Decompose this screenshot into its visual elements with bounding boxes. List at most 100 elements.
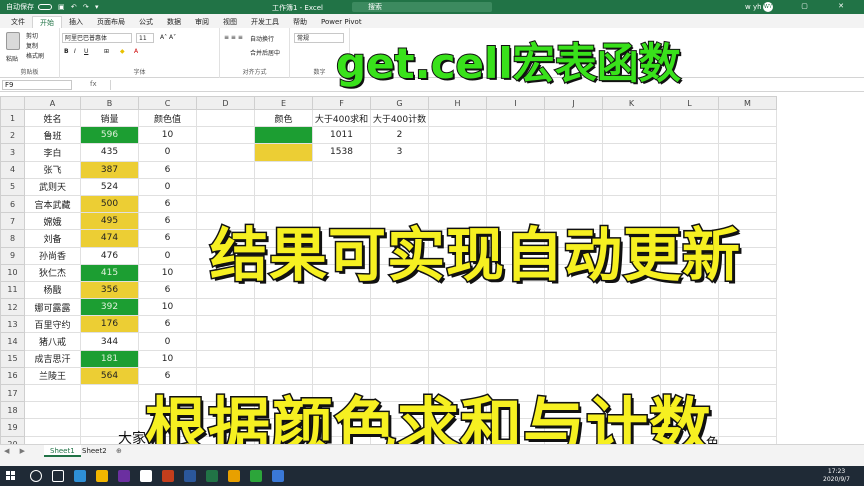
powerpoint-icon[interactable] [162, 470, 174, 482]
column-header[interactable]: J [544, 96, 603, 110]
copy-button[interactable]: 复制 [26, 41, 38, 50]
cell-j[interactable] [544, 349, 603, 368]
cell-d[interactable] [196, 126, 255, 145]
paste-icon[interactable] [6, 32, 20, 50]
cell-k[interactable] [602, 298, 661, 317]
cell-h[interactable] [428, 349, 487, 368]
cell-b[interactable]: 596 [80, 126, 139, 145]
cell-a[interactable]: 孙尚香 [24, 246, 81, 265]
ribbon-tab[interactable]: 页面布局 [90, 16, 132, 28]
cell-k[interactable] [602, 126, 661, 145]
cell-l[interactable] [660, 143, 719, 162]
cell-e[interactable] [254, 349, 313, 368]
row-header[interactable]: 4 [0, 160, 25, 179]
cell-b[interactable]: 500 [80, 194, 139, 214]
cell-e[interactable] [254, 143, 313, 162]
merge-center-button[interactable]: 合并后居中 [250, 48, 280, 57]
cell-d[interactable] [196, 298, 255, 317]
row-header[interactable]: 1 [0, 108, 25, 128]
cell-a[interactable]: 姓名 [24, 108, 81, 128]
cell-k[interactable] [602, 143, 661, 162]
column-header[interactable]: H [428, 96, 487, 110]
cell-l[interactable] [660, 298, 719, 317]
cell-e[interactable] [254, 160, 313, 179]
cell-b[interactable] [80, 401, 139, 420]
cell-a[interactable]: 娜可露露 [24, 298, 81, 317]
cell-f[interactable] [312, 332, 371, 351]
cell-j[interactable] [544, 298, 603, 317]
cell-l[interactable] [660, 349, 719, 368]
cell-a[interactable]: 李白 [24, 143, 81, 162]
cell-g[interactable] [370, 315, 429, 334]
cell-e[interactable]: 颜色 [254, 108, 313, 128]
sheet-nav-arrows[interactable]: ◀ ▶ [4, 447, 29, 455]
cell-f[interactable]: 大于400求和 [312, 108, 371, 128]
cell-e[interactable] [254, 177, 313, 196]
cell-a[interactable]: 杨戬 [24, 280, 81, 300]
cell-h[interactable] [428, 315, 487, 334]
column-header[interactable]: G [370, 96, 429, 110]
column-header[interactable]: M [718, 96, 777, 110]
cell-c[interactable]: 6 [138, 160, 197, 179]
cell-d[interactable] [196, 108, 255, 128]
ribbon-tab[interactable]: 审阅 [188, 16, 216, 28]
column-header[interactable]: F [312, 96, 371, 110]
folder-icon[interactable] [96, 470, 108, 482]
column-header[interactable]: K [602, 96, 661, 110]
column-header[interactable]: E [254, 96, 313, 110]
row-header[interactable]: 7 [0, 212, 25, 231]
cell-k[interactable] [602, 315, 661, 334]
cell-l[interactable] [660, 177, 719, 196]
cell-c[interactable]: 0 [138, 143, 197, 162]
cell-g[interactable]: 大于400计数 [370, 108, 429, 128]
cell-b[interactable]: 564 [80, 366, 139, 386]
cell-c[interactable]: 6 [138, 280, 197, 300]
row-header[interactable]: 8 [0, 229, 25, 248]
cell-i[interactable] [486, 126, 545, 145]
media-icon[interactable] [228, 470, 240, 482]
ribbon-tab[interactable]: 公式 [132, 16, 160, 28]
cell-g[interactable] [370, 349, 429, 368]
italic-button[interactable]: I [74, 48, 76, 55]
cell-j[interactable] [544, 143, 603, 162]
cell-f[interactable] [312, 315, 371, 334]
cell-f[interactable]: 1538 [312, 143, 371, 162]
cell-a[interactable]: 鲁班 [24, 126, 81, 145]
cell-a[interactable]: 宫本武藏 [24, 194, 81, 214]
row-header[interactable]: 14 [0, 332, 25, 351]
cell-m[interactable] [718, 315, 777, 334]
cut-button[interactable]: 剪切 [26, 31, 38, 40]
sheet-tab-2[interactable]: Sheet2 [76, 445, 113, 457]
cell-b[interactable]: 495 [80, 212, 139, 231]
font-size-select[interactable]: 11 [136, 33, 154, 43]
cell-m[interactable] [718, 177, 777, 196]
column-header[interactable]: L [660, 96, 719, 110]
add-sheet-icon[interactable]: ⊕ [110, 445, 128, 457]
fx-icon[interactable]: fx [90, 80, 97, 88]
cell-l[interactable] [660, 315, 719, 334]
ribbon-tab[interactable]: 视图 [216, 16, 244, 28]
cell-f[interactable] [312, 298, 371, 317]
cell-d[interactable] [196, 332, 255, 351]
cell-j[interactable] [544, 315, 603, 334]
cell-a[interactable]: 武则天 [24, 177, 81, 196]
row-header[interactable]: 5 [0, 177, 25, 196]
cell-b[interactable]: 356 [80, 280, 139, 300]
cell-i[interactable] [486, 332, 545, 351]
row-header[interactable]: 18 [0, 401, 25, 420]
cell-d[interactable] [196, 349, 255, 368]
cell-j[interactable] [544, 126, 603, 145]
cell-h[interactable] [428, 108, 487, 128]
ribbon-tab[interactable]: 插入 [62, 16, 90, 28]
cell-c[interactable]: 0 [138, 332, 197, 351]
cell-c[interactable]: 10 [138, 126, 197, 145]
cell-i[interactable] [486, 177, 545, 196]
cell-l[interactable] [660, 108, 719, 128]
cell-c[interactable]: 0 [138, 246, 197, 265]
cell-k[interactable] [602, 332, 661, 351]
cell-m[interactable] [718, 143, 777, 162]
cell-g[interactable] [370, 332, 429, 351]
cell-c[interactable]: 颜色值 [138, 108, 197, 128]
row-header[interactable]: 17 [0, 383, 25, 403]
row-header[interactable]: 3 [0, 143, 25, 162]
